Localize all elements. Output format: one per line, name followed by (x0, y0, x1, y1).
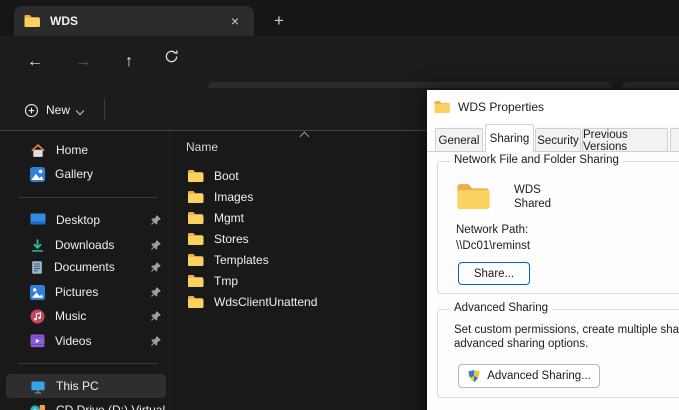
sidebar-item-label: Gallery (55, 167, 94, 181)
pin-icon (151, 240, 161, 250)
properties-dialog: WDS Properties General Sharing Security … (427, 90, 679, 410)
folder-icon (188, 295, 204, 308)
pictures-icon (30, 284, 45, 300)
music-icon (30, 308, 45, 324)
tab-previous-versions[interactable]: Previous Versions (582, 128, 668, 153)
advanced-sharing-description-line2: advanced sharing options. (454, 338, 589, 350)
file-name: Mgmt (214, 210, 244, 225)
file-name: Images (214, 189, 254, 204)
refresh-icon (165, 50, 178, 63)
share-dialog-button[interactable]: Share... (458, 262, 530, 285)
downloads-icon (32, 238, 43, 252)
sidebar: Home Gallery Desktop Downloads Documents… (0, 132, 170, 410)
sidebar-item-label: Music (55, 309, 87, 323)
advanced-sharing-description-line1: Set custom permissions, create multiple … (454, 324, 679, 336)
uac-shield-icon (468, 370, 480, 383)
sidebar-item-label: Documents (54, 260, 115, 274)
up-button[interactable]: ↑ (114, 50, 144, 76)
tab-clipped[interactable] (670, 128, 679, 152)
sidebar-item-cd-drive[interactable]: CD Drive (D:) Virtual (6, 398, 166, 410)
gallery-icon (30, 166, 45, 182)
documents-icon (32, 260, 42, 274)
toolbar-divider (104, 99, 105, 121)
sidebar-item-this-pc[interactable]: This PC (6, 374, 166, 398)
dialog-title: WDS Properties (458, 100, 545, 114)
plus-circle-icon (24, 103, 39, 117)
sidebar-divider (18, 363, 158, 364)
desktop-icon (30, 213, 46, 225)
network-path-value: \\Dc01\reminst (456, 240, 531, 252)
refresh-button[interactable] (164, 49, 194, 75)
column-header-name[interactable]: Name (186, 140, 218, 154)
window-tab-strip: WDS × + (0, 0, 679, 36)
network-sharing-group: Network File and Folder Sharing WDS Shar… (437, 154, 679, 294)
folder-icon (188, 169, 204, 182)
sidebar-item-documents[interactable]: Documents (6, 255, 166, 279)
sidebar-item-desktop[interactable]: Desktop (6, 208, 166, 232)
this-pc-icon (31, 380, 45, 393)
sidebar-item-label: This PC (56, 379, 99, 393)
explorer-tab-wds[interactable]: WDS × (14, 6, 254, 36)
file-name: Boot (214, 168, 239, 183)
sidebar-item-videos[interactable]: Videos (6, 329, 166, 353)
navigation-bar: ← → ↑ › This PC › Data (E:) › WDS › Sear… (0, 36, 679, 114)
folder-icon (434, 101, 450, 113)
tab-security[interactable]: Security (535, 128, 581, 152)
sidebar-item-pictures[interactable]: Pictures (6, 280, 166, 304)
advanced-sharing-button[interactable]: Advanced Sharing... (458, 364, 600, 388)
shared-folder-icon (457, 184, 490, 209)
sidebar-item-label: Downloads (55, 238, 115, 252)
tab-title: WDS (50, 14, 78, 28)
home-icon (31, 143, 45, 157)
file-name: Templates (214, 252, 269, 267)
network-path-label: Network Path: (456, 224, 529, 236)
back-button[interactable]: ← (20, 50, 50, 76)
share-status: Shared (514, 198, 552, 210)
sidebar-item-label: Home (56, 143, 89, 157)
tab-general[interactable]: General (435, 128, 483, 152)
dialog-title-bar[interactable]: WDS Properties (427, 90, 679, 124)
tab-sharing[interactable]: Sharing (485, 124, 534, 152)
pin-icon (151, 336, 161, 346)
folder-icon (188, 274, 204, 287)
sidebar-item-label: Desktop (56, 213, 101, 227)
file-name: Tmp (214, 273, 238, 288)
new-button-label: New (46, 103, 71, 117)
new-tab-button[interactable]: + (266, 8, 292, 34)
sharing-tab-page: Network File and Folder Sharing WDS Shar… (427, 151, 679, 410)
folder-icon (188, 253, 204, 266)
forward-button: → (75, 53, 91, 70)
sidebar-item-gallery[interactable]: Gallery (6, 162, 166, 186)
sidebar-item-home[interactable]: Home (6, 138, 166, 162)
sidebar-item-label: Videos (55, 334, 92, 348)
file-name: Stores (214, 231, 249, 246)
sidebar-divider (18, 197, 158, 198)
tab-close-icon[interactable]: × (226, 13, 244, 29)
share-name: WDS (514, 184, 541, 196)
folder-icon (24, 15, 40, 27)
cd-drive-icon (30, 405, 45, 410)
explorer-window: WDS × + ← → ↑ › This PC › Data (E:) › WD… (0, 0, 679, 410)
pin-icon (151, 215, 161, 225)
sidebar-item-downloads[interactable]: Downloads (6, 233, 166, 257)
folder-icon (188, 232, 204, 245)
pin-icon (151, 287, 161, 297)
sort-ascending-icon (301, 131, 309, 137)
sidebar-item-music[interactable]: Music (6, 304, 166, 328)
group-legend: Advanced Sharing (450, 302, 552, 314)
folder-icon (188, 190, 204, 203)
new-button[interactable]: New (14, 96, 94, 124)
videos-icon (30, 334, 45, 348)
sidebar-item-label: CD Drive (D:) Virtual (56, 403, 166, 410)
file-name: WdsClientUnattend (214, 294, 318, 309)
advanced-sharing-button-label: Advanced Sharing... (487, 370, 591, 382)
pin-icon (151, 311, 161, 321)
pin-icon (151, 262, 161, 272)
folder-icon (188, 211, 204, 224)
chevron-down-icon (77, 107, 84, 114)
group-legend: Network File and Folder Sharing (450, 154, 623, 166)
advanced-sharing-group: Advanced Sharing Set custom permissions,… (437, 302, 679, 398)
sidebar-item-label: Pictures (55, 285, 99, 299)
